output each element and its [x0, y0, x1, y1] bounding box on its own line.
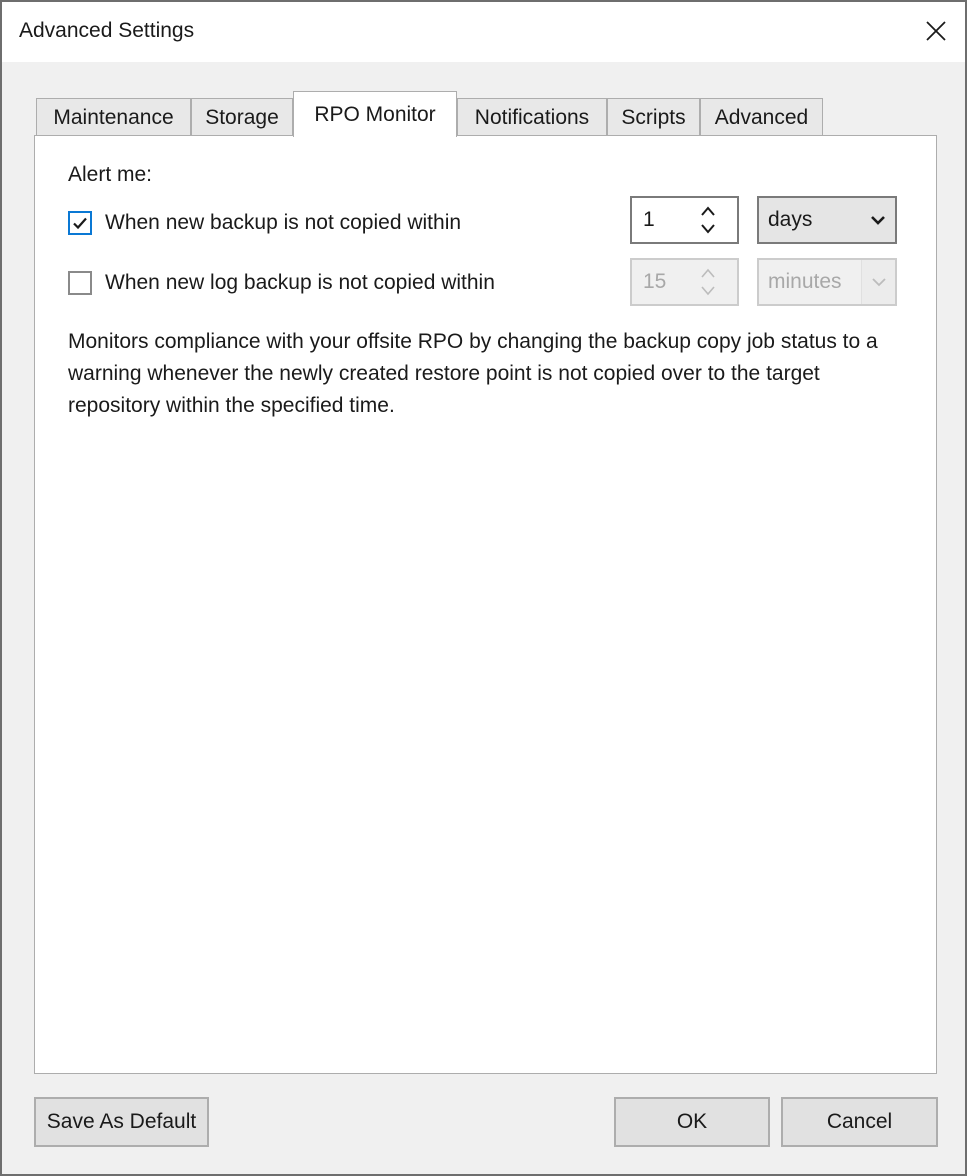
ok-button[interactable]: OK	[614, 1097, 770, 1147]
tab-storage[interactable]: Storage	[191, 98, 293, 136]
log-backup-unit-select[interactable]: minutes	[757, 258, 897, 306]
increment-button[interactable]	[699, 202, 717, 220]
decrement-button[interactable]	[699, 220, 717, 238]
dropdown-arrow	[861, 260, 895, 304]
log-backup-alert-label: When new log backup is not copied within	[105, 271, 495, 294]
chevron-up-icon	[701, 206, 715, 216]
backup-unit-value: days	[768, 208, 813, 231]
chevron-up-icon	[701, 268, 715, 278]
backup-interval-value[interactable]: 1	[643, 208, 693, 232]
rpo-description: Monitors compliance with your offsite RP…	[68, 330, 878, 417]
log-backup-unit-value: minutes	[768, 270, 842, 293]
dropdown-arrow	[861, 198, 895, 242]
backup-interval-arrows	[693, 198, 723, 242]
tab-advanced[interactable]: Advanced	[700, 98, 823, 136]
title-bar: Advanced Settings	[2, 2, 965, 62]
dialog-title: Advanced Settings	[19, 19, 195, 42]
checkmark-icon	[73, 217, 87, 230]
rpo-monitor-panel: Alert me: When new backup is not copied …	[34, 135, 937, 1074]
backup-interval-stepper[interactable]: 1	[630, 196, 739, 244]
advanced-settings-dialog: Advanced Settings Maintenance Storage RP…	[0, 0, 967, 1176]
chevron-down-icon	[701, 286, 715, 296]
cancel-button[interactable]: Cancel	[781, 1097, 938, 1147]
chevron-down-icon	[701, 224, 715, 234]
backup-alert-row: When new backup is not copied within	[68, 208, 461, 238]
log-backup-alert-checkbox[interactable]	[68, 271, 92, 295]
save-as-default-button[interactable]: Save As Default	[34, 1097, 209, 1147]
log-backup-interval-stepper[interactable]: 15	[630, 258, 739, 306]
log-backup-interval-arrows	[693, 260, 723, 304]
backup-alert-label: When new backup is not copied within	[105, 211, 462, 234]
log-backup-interval-value[interactable]: 15	[643, 270, 693, 294]
backup-alert-checkbox[interactable]	[68, 211, 92, 235]
chevron-down-icon	[871, 216, 885, 225]
close-icon	[926, 21, 946, 41]
backup-unit-select[interactable]: days	[757, 196, 897, 244]
tab-rpo-monitor[interactable]: RPO Monitor	[293, 91, 457, 137]
tab-scripts[interactable]: Scripts	[607, 98, 700, 136]
increment-button[interactable]	[699, 264, 717, 282]
alert-me-label: Alert me:	[68, 163, 153, 186]
tab-maintenance[interactable]: Maintenance	[36, 98, 191, 136]
close-button[interactable]	[913, 8, 959, 54]
tab-notifications[interactable]: Notifications	[457, 98, 607, 136]
decrement-button[interactable]	[699, 282, 717, 300]
chevron-down-icon	[871, 278, 886, 287]
log-backup-alert-row: When new log backup is not copied within	[68, 268, 495, 298]
